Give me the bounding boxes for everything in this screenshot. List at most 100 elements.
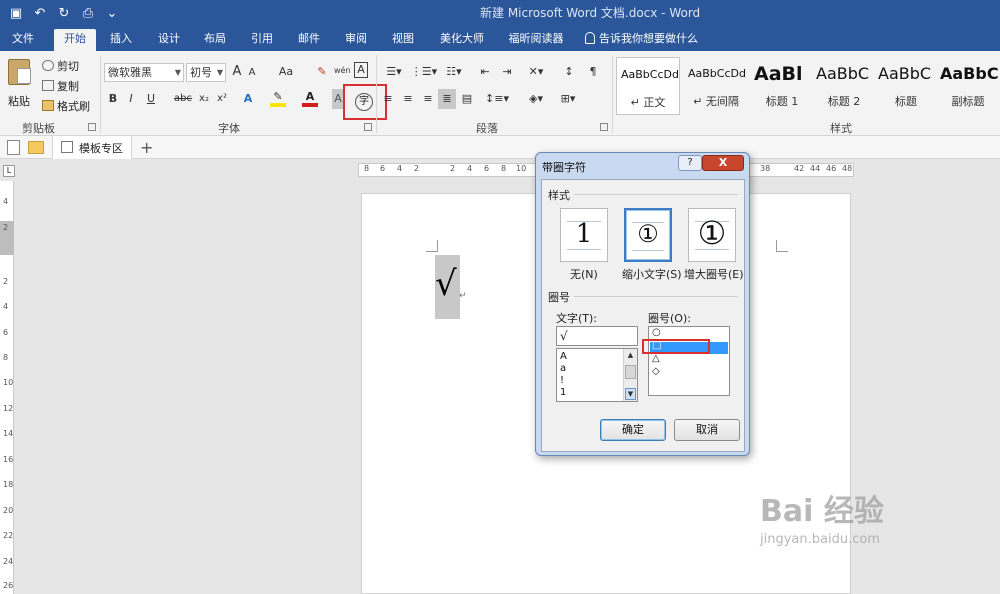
tab-mailings[interactable]: 邮件 bbox=[292, 29, 326, 51]
scroll-thumb[interactable] bbox=[625, 365, 636, 379]
grow-font-button[interactable]: A bbox=[230, 62, 244, 82]
style-enlarge-symbol-option[interactable]: ① bbox=[688, 208, 736, 262]
font-size-combo[interactable]: 初号 ▼ bbox=[186, 63, 226, 82]
style-heading-1[interactable]: AaBl 标题 1 bbox=[750, 57, 814, 115]
decrease-indent-icon[interactable]: ⇤ bbox=[476, 62, 494, 82]
numbering-icon[interactable]: ⋮☰▾ bbox=[410, 62, 438, 82]
tab-foxit-reader[interactable]: 福昕阅读器 bbox=[502, 29, 570, 51]
enclosure-circle[interactable]: ○ bbox=[652, 327, 661, 338]
new-document-icon[interactable] bbox=[7, 140, 20, 155]
scroll-down-icon[interactable]: ▼ bbox=[625, 388, 636, 400]
cut-button[interactable]: 剪切 bbox=[42, 58, 79, 74]
multilevel-list-icon[interactable]: ☷▾ bbox=[440, 62, 468, 82]
text-effects-icon[interactable]: A bbox=[240, 89, 256, 109]
superscript-button[interactable]: x² bbox=[214, 89, 230, 109]
enclosure-diamond[interactable]: ◇ bbox=[652, 366, 660, 377]
tab-home[interactable]: 开始 bbox=[54, 29, 96, 51]
clear-format-icon[interactable]: ✎ bbox=[314, 62, 330, 82]
shading-icon[interactable]: ◈▾ bbox=[522, 89, 550, 109]
style-shrink-text-option[interactable]: ① bbox=[624, 208, 672, 262]
ribbon-tabs: 文件 开始 插入 设计 布局 引用 邮件 审阅 视图 美化大师 福昕阅读器 告诉… bbox=[0, 27, 1000, 51]
borders-icon[interactable]: ⊞▾ bbox=[554, 89, 582, 109]
group-separator bbox=[376, 55, 377, 133]
undo-icon[interactable]: ↶ bbox=[30, 3, 50, 23]
copy-button[interactable]: 复制 bbox=[42, 78, 79, 94]
underline-button[interactable]: U bbox=[144, 89, 158, 109]
tab-design[interactable]: 设计 bbox=[152, 29, 186, 51]
scrollbar[interactable]: ▲ ▼ bbox=[623, 349, 637, 401]
highlight-icon[interactable]: ✎ bbox=[270, 89, 286, 107]
ok-button[interactable]: 确定 bbox=[600, 419, 666, 441]
ruler-tick: 6 bbox=[484, 164, 490, 173]
justify-icon[interactable]: ≣ bbox=[438, 89, 456, 109]
selected-character[interactable]: √ bbox=[435, 264, 457, 304]
cancel-button[interactable]: 取消 bbox=[674, 419, 740, 441]
clipboard-launcher[interactable] bbox=[88, 123, 96, 131]
asian-layout-icon[interactable]: ✕▾ bbox=[524, 62, 548, 82]
tab-review[interactable]: 审阅 bbox=[339, 29, 373, 51]
enclosure-listbox[interactable]: ○ □ △ ◇ bbox=[642, 326, 730, 396]
tab-selector[interactable]: L bbox=[3, 165, 15, 177]
align-center-icon[interactable]: ≡ bbox=[400, 89, 416, 109]
tab-insert[interactable]: 插入 bbox=[104, 29, 138, 51]
distributed-icon[interactable]: ▤ bbox=[458, 89, 476, 109]
tab-references[interactable]: 引用 bbox=[245, 29, 279, 51]
line-spacing-icon[interactable]: ↕≡▾ bbox=[484, 89, 510, 109]
text-input[interactable]: √ bbox=[556, 326, 638, 346]
ruler-tick: 14 bbox=[3, 429, 14, 438]
align-right-icon[interactable]: ≡ bbox=[420, 89, 436, 109]
list-item[interactable]: 1 bbox=[560, 387, 566, 398]
folder-icon[interactable] bbox=[28, 141, 44, 154]
change-case-button[interactable]: Aa bbox=[274, 62, 298, 82]
style-none-option[interactable]: 1 bbox=[560, 208, 608, 262]
ribbon: 粘贴 剪切 复制 格式刷 剪贴板 微软雅黑 ▼ 初号 ▼ A A Aa ✎ wén … bbox=[0, 51, 1000, 136]
enclosure-triangle[interactable]: △ bbox=[652, 353, 660, 364]
list-item[interactable]: a bbox=[560, 363, 566, 374]
text-listbox[interactable]: A a ! 1 ▲ ▼ bbox=[556, 348, 638, 402]
font-color-icon[interactable]: A bbox=[302, 89, 318, 107]
save-icon[interactable]: ▣ bbox=[6, 3, 26, 23]
ruler-tick: 38 bbox=[760, 164, 771, 173]
list-item[interactable]: A bbox=[560, 351, 567, 362]
customize-icon[interactable]: ⌄ bbox=[102, 3, 122, 23]
italic-button[interactable]: I bbox=[124, 89, 138, 109]
clipboard-icon bbox=[8, 59, 31, 85]
close-button[interactable]: X bbox=[702, 155, 744, 171]
tab-template-zone[interactable]: 模板专区 bbox=[52, 136, 132, 159]
tab-layout[interactable]: 布局 bbox=[198, 29, 232, 51]
style-subtitle[interactable]: AaBbC 副标题 bbox=[936, 57, 1000, 115]
style-title[interactable]: AaBbC 标题 bbox=[874, 57, 938, 115]
print-preview-icon[interactable]: ⎙ bbox=[78, 3, 98, 23]
tab-file[interactable]: 文件 bbox=[6, 29, 40, 51]
align-left-icon[interactable]: ≡ bbox=[380, 89, 396, 109]
redo-icon[interactable]: ↻ bbox=[54, 3, 74, 23]
character-border-icon[interactable]: A bbox=[354, 62, 368, 78]
strikethrough-button[interactable]: abc bbox=[172, 89, 194, 109]
font-name-combo[interactable]: 微软雅黑 ▼ bbox=[104, 63, 184, 82]
help-button[interactable]: ? bbox=[678, 155, 702, 171]
scroll-up-icon[interactable]: ▲ bbox=[625, 350, 636, 362]
horizontal-ruler: 8 6 4 2 2 4 6 8 10 38 42 44 46 48 bbox=[0, 159, 1000, 181]
style-no-spacing[interactable]: AaBbCcDd ↵ 无间隔 bbox=[684, 57, 748, 115]
style-heading-2[interactable]: AaBbC 标题 2 bbox=[812, 57, 876, 115]
add-tab-icon[interactable]: + bbox=[140, 138, 153, 157]
phonetic-guide-icon[interactable]: wén bbox=[334, 61, 351, 81]
tell-me-box[interactable]: 告诉我你想要做什么 bbox=[585, 29, 698, 51]
shrink-font-button[interactable]: A bbox=[246, 63, 258, 83]
list-item[interactable]: ! bbox=[560, 375, 564, 386]
show-marks-icon[interactable]: ¶ bbox=[584, 62, 602, 82]
paragraph-launcher[interactable] bbox=[600, 123, 608, 131]
tab-beautify[interactable]: 美化大师 bbox=[434, 29, 490, 51]
paste-label: 粘贴 bbox=[8, 95, 30, 108]
subscript-button[interactable]: x₂ bbox=[196, 89, 212, 109]
bullets-icon[interactable]: ☰▾ bbox=[380, 62, 408, 82]
chevron-down-icon: ▼ bbox=[174, 68, 181, 77]
tab-view[interactable]: 视图 bbox=[386, 29, 420, 51]
format-painter-button[interactable]: 格式刷 bbox=[42, 98, 90, 114]
bold-button[interactable]: B bbox=[106, 89, 120, 109]
style-normal[interactable]: AaBbCcDd ↵ 正文 bbox=[616, 57, 680, 115]
paste-button[interactable]: 粘贴 bbox=[6, 57, 34, 115]
font-launcher[interactable] bbox=[364, 123, 372, 131]
increase-indent-icon[interactable]: ⇥ bbox=[498, 62, 516, 82]
sort-icon[interactable]: ↕ bbox=[560, 62, 578, 82]
